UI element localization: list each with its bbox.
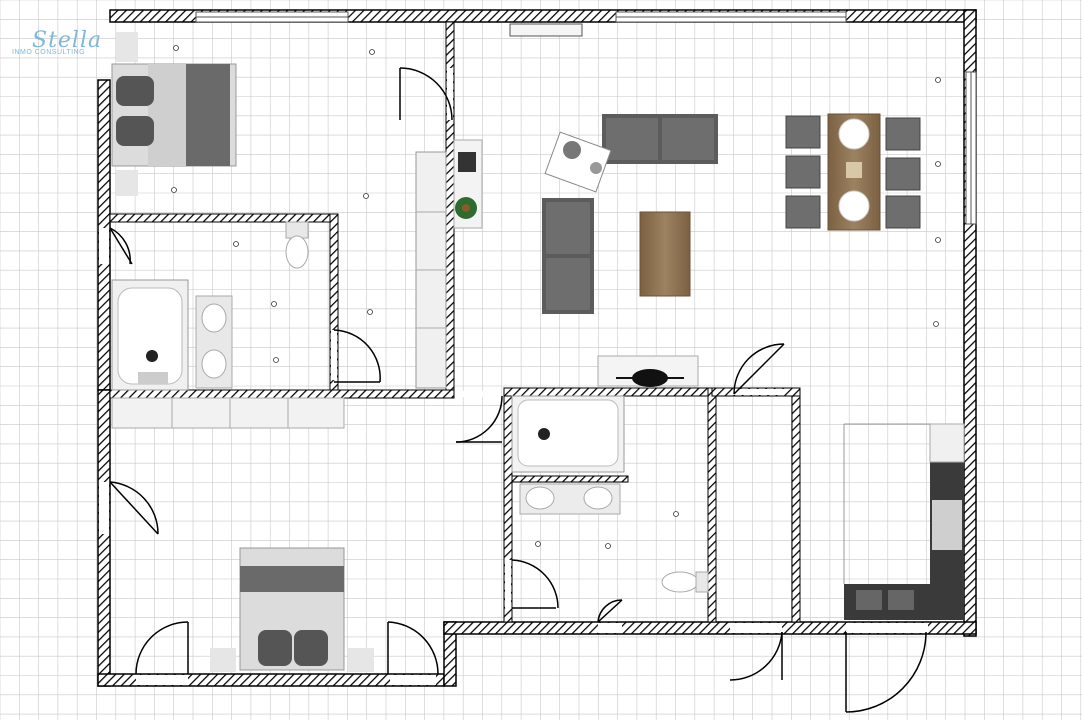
toilet-lower [661,571,709,593]
shelf-with-plant [453,139,483,229]
bathtub [111,279,189,391]
double-sink-upper [195,295,233,389]
logo-subtitle: INMO CONSULTING [12,49,86,56]
sofa-large [602,114,718,164]
cabinet-row [111,397,345,429]
floor-plan: Stella INMO CONSULTING [0,0,1082,720]
sofa-side [542,198,594,314]
wardrobe-top-left [415,151,447,389]
second-bed [210,547,374,672]
shower-lower [511,395,625,473]
stella-logo: Stella INMO CONSULTING [10,28,110,60]
wall-left-lower [97,389,111,687]
double-sink-lower [519,483,621,515]
coffee-table [639,211,691,297]
tv-unit [597,355,699,387]
floor-plan-drawing [0,0,1082,720]
armchair-table [544,131,612,193]
kitchen-counter [843,423,965,620]
toilet-upper [285,221,309,269]
dining-table [827,113,881,231]
